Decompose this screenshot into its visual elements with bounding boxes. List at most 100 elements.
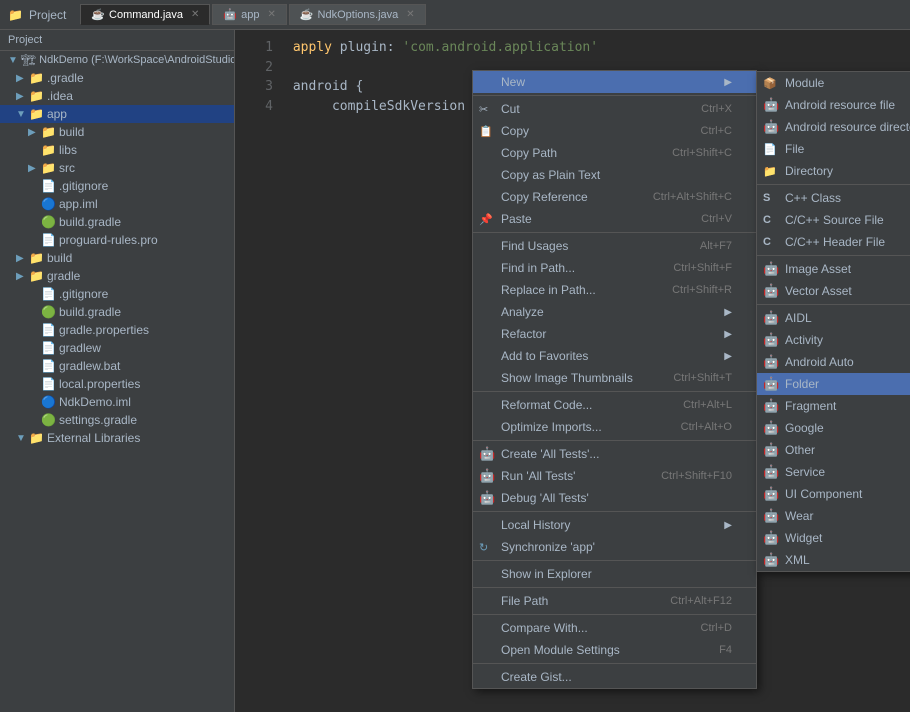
android-icon: 🤖 — [763, 354, 779, 370]
menu-sync[interactable]: ↻ Synchronize 'app' — [473, 536, 756, 558]
submenu-vector-asset[interactable]: 🤖 Vector Asset — [757, 280, 910, 302]
menu-create-tests[interactable]: 🤖 Create 'All Tests'... — [473, 443, 756, 465]
submenu-google[interactable]: 🤖 Google ▶ — [757, 417, 910, 439]
menu-copy[interactable]: 📋 Copy Ctrl+C — [473, 120, 756, 142]
menu-label: Vector Asset — [785, 284, 910, 298]
submenu-ui-component[interactable]: 🤖 UI Component ▶ — [757, 483, 910, 505]
menu-label: Run 'All Tests' — [501, 469, 641, 483]
submenu-wear[interactable]: 🤖 Wear ▶ — [757, 505, 910, 527]
arrow-icon — [28, 199, 38, 210]
submenu-android-resource-dir[interactable]: 🤖 Android resource directory — [757, 116, 910, 138]
menu-compare[interactable]: Compare With... Ctrl+D — [473, 617, 756, 639]
tree-local-props[interactable]: 📄 local.properties — [0, 375, 234, 393]
close-icon[interactable]: ✕ — [267, 9, 275, 20]
submenu-activity[interactable]: 🤖 Activity ▶ — [757, 329, 910, 351]
menu-refactor[interactable]: Refactor ▶ — [473, 323, 756, 345]
menu-add-favorites[interactable]: Add to Favorites ▶ — [473, 345, 756, 367]
tree-build2[interactable]: ▶ 📁 build — [0, 249, 234, 267]
menu-analyze[interactable]: Analyze ▶ — [473, 301, 756, 323]
menu-label: Debug 'All Tests' — [501, 491, 732, 505]
menu-file-path[interactable]: File Path Ctrl+Alt+F12 — [473, 590, 756, 612]
menu-label: File — [785, 142, 910, 156]
shortcut: Ctrl+C — [701, 125, 732, 137]
shortcut: Ctrl+Shift+T — [673, 372, 732, 384]
menu-item-new-container: New ▶ 📦 Module 🤖 Android resource file — [473, 71, 756, 93]
menu-find-usages[interactable]: Find Usages Alt+F7 — [473, 235, 756, 257]
gradle-icon: 🟢 — [41, 305, 56, 319]
tree-app-iml[interactable]: 🔵 app.iml — [0, 195, 234, 213]
submenu-widget[interactable]: 🤖 Widget ▶ — [757, 527, 910, 549]
menu-label: Replace in Path... — [501, 283, 652, 297]
code-text: apply — [293, 40, 332, 55]
submenu-file[interactable]: 📄 File — [757, 138, 910, 160]
tree-build-gradle2[interactable]: 🟢 build.gradle — [0, 303, 234, 321]
tree-gradlew[interactable]: 📄 gradlew — [0, 339, 234, 357]
menu-show-thumbnails[interactable]: Show Image Thumbnails Ctrl+Shift+T — [473, 367, 756, 389]
menu-copy-ref[interactable]: Copy Reference Ctrl+Alt+Shift+C — [473, 186, 756, 208]
shortcut: Ctrl+D — [701, 622, 732, 634]
menu-label: Android resource directory — [785, 120, 910, 134]
menu-run-tests[interactable]: 🤖 Run 'All Tests' Ctrl+Shift+F10 — [473, 465, 756, 487]
tree-gradlew-bat[interactable]: 📄 gradlew.bat — [0, 357, 234, 375]
tree-gradle-props[interactable]: 📄 gradle.properties — [0, 321, 234, 339]
tree-settings-gradle[interactable]: 🟢 settings.gradle — [0, 411, 234, 429]
tab-app[interactable]: 🤖 app ✕ — [212, 4, 286, 25]
item-label: settings.gradle — [59, 413, 137, 427]
submenu-other[interactable]: 🤖 Other ▶ — [757, 439, 910, 461]
shortcut: Ctrl+Shift+C — [672, 147, 732, 159]
folder-icon: 📁 — [763, 165, 777, 178]
submenu-image-asset[interactable]: 🤖 Image Asset — [757, 258, 910, 280]
menu-local-history[interactable]: Local History ▶ — [473, 514, 756, 536]
submenu-cpp-header[interactable]: C C/C++ Header File — [757, 231, 910, 253]
tree-external-libs[interactable]: ▼ 📁 External Libraries — [0, 429, 234, 447]
menu-debug-tests[interactable]: 🤖 Debug 'All Tests' — [473, 487, 756, 509]
submenu-aidl[interactable]: 🤖 AIDL ▶ — [757, 307, 910, 329]
android-icon: 🤖 — [763, 442, 779, 458]
menu-cut[interactable]: ✂ Cut Ctrl+X — [473, 98, 756, 120]
shortcut: Ctrl+V — [701, 213, 732, 225]
menu-open-module[interactable]: Open Module Settings F4 — [473, 639, 756, 661]
tree-gradle2[interactable]: ▶ 📁 gradle — [0, 267, 234, 285]
submenu-cpp-class[interactable]: S C++ Class — [757, 187, 910, 209]
android-icon: 🤖 — [763, 332, 779, 348]
tree-src[interactable]: ▶ 📁 src — [0, 159, 234, 177]
submenu-service[interactable]: 🤖 Service ▶ — [757, 461, 910, 483]
close-icon[interactable]: ✕ — [406, 9, 414, 20]
menu-create-gist[interactable]: Create Gist... — [473, 666, 756, 688]
submenu-xml[interactable]: 🤖 XML ▶ — [757, 549, 910, 571]
submenu-fragment[interactable]: 🤖 Fragment ▶ — [757, 395, 910, 417]
submenu-folder[interactable]: 🤖 Folder ▶ — [757, 373, 910, 395]
tree-idea[interactable]: ▶ 📁 .idea — [0, 87, 234, 105]
tab-command-java[interactable]: ☕ Command.java ✕ — [80, 4, 210, 25]
tree-build-gradle[interactable]: 🟢 build.gradle — [0, 213, 234, 231]
menu-label: Find Usages — [501, 239, 680, 253]
folder-icon: 📁 — [41, 143, 56, 157]
tree-build[interactable]: ▶ 📁 build — [0, 123, 234, 141]
iml-icon: 🔵 — [41, 197, 56, 211]
menu-paste[interactable]: 📌 Paste Ctrl+V — [473, 208, 756, 230]
menu-replace-path[interactable]: Replace in Path... Ctrl+Shift+R — [473, 279, 756, 301]
menu-find-path[interactable]: Find in Path... Ctrl+Shift+F — [473, 257, 756, 279]
menu-reformat[interactable]: Reformat Code... Ctrl+Alt+L — [473, 394, 756, 416]
submenu-android-resource-file[interactable]: 🤖 Android resource file — [757, 94, 910, 116]
menu-label: Fragment — [785, 399, 910, 413]
menu-show-explorer[interactable]: Show in Explorer — [473, 563, 756, 585]
submenu-module[interactable]: 📦 Module — [757, 72, 910, 94]
menu-copy-path[interactable]: Copy Path Ctrl+Shift+C — [473, 142, 756, 164]
submenu-directory[interactable]: 📁 Directory — [757, 160, 910, 182]
tree-libs[interactable]: 📁 libs — [0, 141, 234, 159]
tree-app[interactable]: ▼ 📁 app — [0, 105, 234, 123]
submenu-android-auto[interactable]: 🤖 Android Auto ▶ — [757, 351, 910, 373]
menu-copy-plain[interactable]: Copy as Plain Text — [473, 164, 756, 186]
submenu-cpp-source[interactable]: C C/C++ Source File — [757, 209, 910, 231]
menu-optimize[interactable]: Optimize Imports... Ctrl+Alt+O — [473, 416, 756, 438]
tree-gradle[interactable]: ▶ 📁 .gradle — [0, 69, 234, 87]
tree-proguard[interactable]: 📄 proguard-rules.pro — [0, 231, 234, 249]
tree-gitignore[interactable]: 📄 .gitignore — [0, 177, 234, 195]
tree-root[interactable]: ▼ 🏗 NdkDemo (F:\WorkSpace\AndroidStudio.… — [0, 51, 234, 69]
close-icon[interactable]: ✕ — [191, 9, 199, 20]
tree-ndk-iml[interactable]: 🔵 NdkDemo.iml — [0, 393, 234, 411]
tab-ndk-options[interactable]: ☕ NdkOptions.java ✕ — [289, 4, 426, 25]
tree-gitignore2[interactable]: 📄 .gitignore — [0, 285, 234, 303]
menu-item-new[interactable]: New ▶ — [473, 71, 756, 93]
